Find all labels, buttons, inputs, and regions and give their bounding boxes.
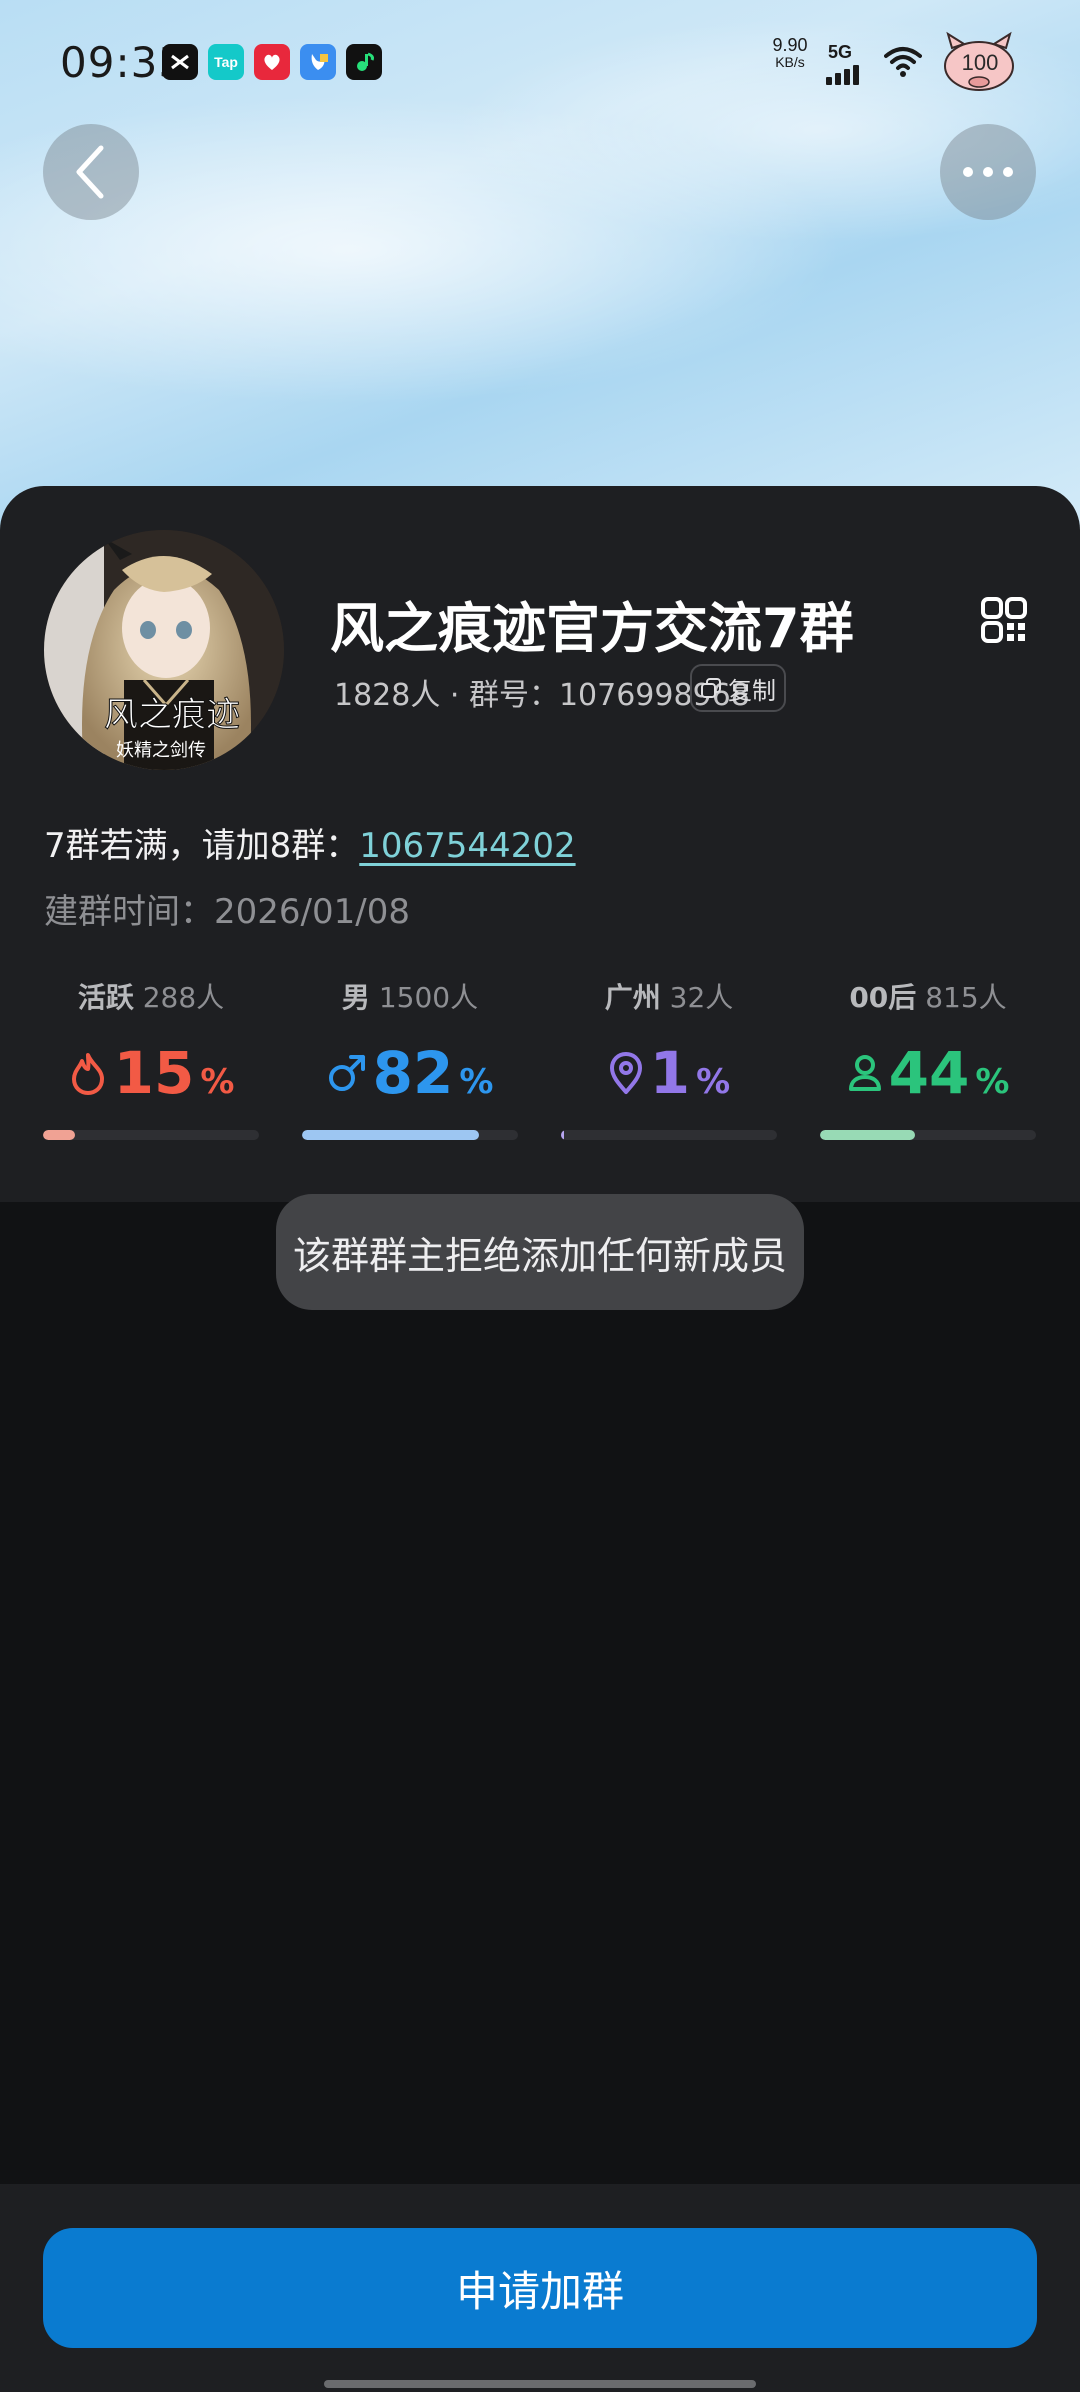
cellular-signal-icon: 5G [826,42,859,85]
battery-icon: 100 [942,30,1016,94]
more-button[interactable] [940,124,1036,220]
group-announcement: 7群若满，请加8群：1067544202 [44,826,576,866]
svg-text:风之痕迹: 风之痕迹 [104,695,240,735]
flame-icon [71,1053,104,1095]
stat-active: 活跃 288人 15% [43,976,259,1140]
capcut-icon [162,44,198,80]
svg-text:妖精之剑传: 妖精之剑传 [116,740,206,761]
stat-age: 00后 815人 44% [820,976,1036,1140]
stat-male: 男 1500人 82% [302,976,518,1140]
male-icon [328,1055,365,1091]
taptap-icon: Tap [208,44,244,80]
qr-code-button[interactable] [980,596,1028,648]
apply-join-group-button[interactable]: 申请加群 [43,2228,1037,2348]
qr-code-icon [981,597,1027,643]
copy-label: 复制 [728,676,776,705]
wifi-icon [884,46,922,82]
stat-male-bar [302,1130,480,1140]
notification-app-icons: Tap [162,44,382,80]
music-app-icon [346,44,382,80]
back-button[interactable] [43,124,139,220]
toast-message: 该群群主拒绝添加任何新成员 [276,1194,804,1310]
stat-location: 广州 32人 1% [561,976,777,1140]
group-avatar[interactable]: 风之痕迹 妖精之剑传 [44,530,284,770]
home-indicator[interactable] [324,2380,756,2388]
copy-icon [701,678,721,698]
group-name: 风之痕迹官方交流7群 [330,597,854,660]
next-group-link[interactable]: 1067544202 [359,826,575,866]
chevron-left-icon [76,145,104,199]
stat-location-bar [561,1130,564,1140]
stat-age-bar [820,1130,916,1140]
group-member-count-and-id: 1828人 · 群号：1076998968 [334,678,750,713]
location-pin-icon [609,1052,642,1094]
red-app-icon [254,44,290,80]
stat-active-bar [43,1130,76,1140]
blue-app-icon [300,44,336,80]
copy-group-id-button[interactable]: 复制 [690,664,786,712]
more-dots-icon [963,167,1013,177]
group-created-date: 建群时间：2026/01/08 [44,892,410,932]
person-icon [848,1055,881,1091]
status-bar: 09:33 Tap 9.90 KB/s 5G 100 [0,0,1080,130]
network-speed: 9.90 KB/s [772,35,808,70]
